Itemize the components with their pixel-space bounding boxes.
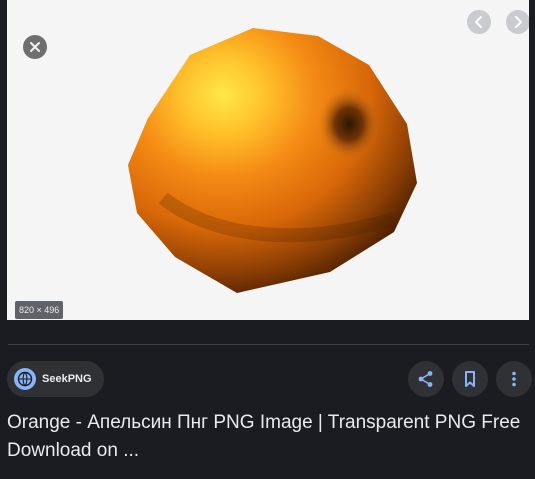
save-button[interactable] bbox=[452, 361, 488, 397]
chevron-right-icon bbox=[515, 16, 522, 28]
share-icon bbox=[418, 371, 433, 387]
image-preview-panel: 820 × 496 SeekPNG Orange - Апельсин Пнг … bbox=[0, 0, 535, 479]
image-preview[interactable]: 820 × 496 bbox=[7, 0, 529, 320]
previous-image-button[interactable] bbox=[467, 10, 491, 34]
close-icon bbox=[30, 42, 40, 52]
orange-image bbox=[128, 28, 417, 293]
image-dimensions-badge: 820 × 496 bbox=[15, 301, 64, 319]
source-chip[interactable]: SeekPNG bbox=[7, 361, 104, 397]
source-name: SeekPNG bbox=[42, 373, 92, 385]
chevron-left-icon bbox=[475, 16, 482, 28]
more-vert-icon bbox=[512, 371, 516, 387]
next-image-button[interactable] bbox=[506, 10, 529, 34]
bookmark-icon bbox=[465, 371, 475, 387]
globe-icon bbox=[14, 368, 36, 390]
close-button[interactable] bbox=[23, 35, 47, 59]
divider bbox=[8, 344, 529, 345]
share-button[interactable] bbox=[408, 361, 444, 397]
image-title-link[interactable]: Orange - Апельсин Пнг PNG Image | Transp… bbox=[7, 409, 522, 465]
more-options-button[interactable] bbox=[496, 361, 532, 397]
